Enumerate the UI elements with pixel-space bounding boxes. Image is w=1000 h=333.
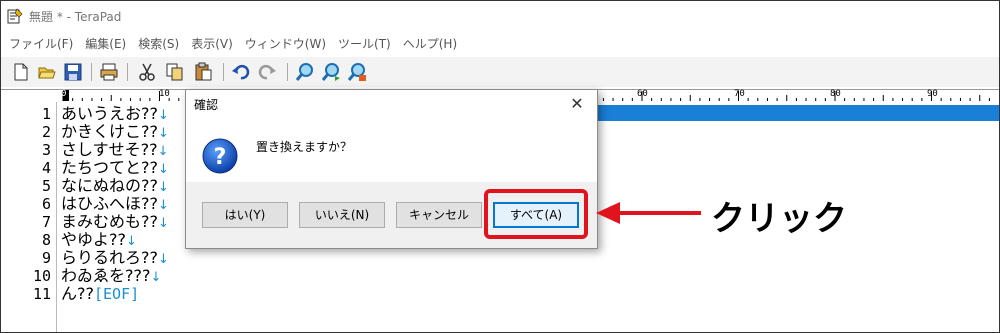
svg-text:?: ? bbox=[214, 145, 227, 170]
menu-help[interactable]: ヘルプ(H) bbox=[403, 35, 457, 52]
screenshot-frame: 無題 * - TeraPad ファイル(F) 編集(E) 検索(S) 表示(V)… bbox=[0, 0, 1000, 333]
ruler-label-0: 0 bbox=[61, 89, 67, 99]
line-text: ん??[EOF] bbox=[61, 284, 140, 304]
line-content: らりるれろ?? bbox=[61, 248, 158, 267]
toolbar-separator bbox=[287, 63, 288, 81]
new-file-icon[interactable] bbox=[11, 62, 31, 82]
line-break-mark: ↓ bbox=[158, 252, 169, 267]
redo-icon[interactable] bbox=[257, 62, 277, 82]
line-number: 11 bbox=[32, 285, 51, 303]
line-number: 5 bbox=[41, 177, 51, 195]
terapad-app-icon bbox=[7, 8, 23, 24]
dialog-message: 置き換えますか？ bbox=[256, 140, 353, 154]
line-break-mark: ↓ bbox=[158, 198, 169, 213]
find-icon[interactable] bbox=[295, 62, 315, 82]
find-next-icon[interactable] bbox=[321, 62, 341, 82]
menu-view[interactable]: 表示(V) bbox=[191, 35, 233, 52]
line-content: さしすせそ?? bbox=[61, 140, 158, 159]
line-number: 8 bbox=[41, 231, 51, 249]
line-content: なにぬねの?? bbox=[61, 176, 158, 195]
menu-window[interactable]: ウィンドウ(W) bbox=[245, 35, 326, 52]
undo-icon[interactable] bbox=[231, 62, 251, 82]
line-number: 2 bbox=[41, 123, 51, 141]
line-break-mark: ↓ bbox=[158, 180, 169, 195]
question-icon: ? bbox=[202, 138, 238, 174]
ruler-label-60: 60 bbox=[637, 89, 648, 99]
save-icon[interactable] bbox=[63, 62, 83, 82]
ruler-label-10: 10 bbox=[159, 89, 170, 99]
line-number: 3 bbox=[41, 141, 51, 159]
line-content: ん?? bbox=[61, 284, 94, 303]
line-content: かきくけこ?? bbox=[61, 122, 158, 141]
line-break-mark: ↓ bbox=[158, 126, 169, 141]
line-content: わゐゑを??? bbox=[61, 266, 151, 285]
menu-search[interactable]: 検索(S) bbox=[138, 35, 179, 52]
window-title: 無題 * - TeraPad bbox=[29, 10, 122, 24]
menu-bar: ファイル(F) 編集(E) 検索(S) 表示(V) ウィンドウ(W) ツール(T… bbox=[1, 33, 999, 53]
line-break-mark: ↓ bbox=[158, 162, 169, 177]
ruler-label-80: 80 bbox=[830, 89, 841, 99]
line-number: 1 bbox=[41, 105, 51, 123]
line-content: たちつてと?? bbox=[61, 158, 158, 177]
editor-line: 11 ん??[EOF] bbox=[1, 284, 999, 304]
line-number: 7 bbox=[41, 213, 51, 231]
close-icon[interactable]: ✕ bbox=[566, 94, 588, 114]
title-bar: 無題 * - TeraPad bbox=[1, 1, 999, 31]
dialog-title: 確認 bbox=[194, 98, 219, 112]
click-annotation-label: クリック bbox=[711, 199, 847, 239]
eof-mark: [EOF] bbox=[94, 285, 140, 303]
ruler-label-70: 70 bbox=[734, 89, 745, 99]
dialog-title-bar[interactable]: 確認 ✕ bbox=[186, 90, 597, 118]
toolbar-separator bbox=[91, 63, 92, 81]
editor-line: 10 わゐゑを???↓ bbox=[1, 266, 999, 286]
line-content: あいうえお?? bbox=[61, 104, 158, 123]
cancel-button[interactable]: キャンセル bbox=[396, 202, 482, 228]
line-number: 6 bbox=[41, 195, 51, 213]
print-icon[interactable] bbox=[99, 62, 119, 82]
click-highlight-box bbox=[484, 189, 588, 239]
open-folder-icon[interactable] bbox=[37, 62, 57, 82]
toolbar-separator bbox=[127, 63, 128, 81]
line-number: 4 bbox=[41, 159, 51, 177]
line-number: 9 bbox=[41, 249, 51, 267]
menu-edit[interactable]: 編集(E) bbox=[85, 35, 126, 52]
line-break-mark: ↓ bbox=[150, 270, 162, 285]
line-break-mark: ↓ bbox=[158, 108, 169, 123]
left-arrow-icon bbox=[596, 202, 701, 224]
dialog-body: ? 置き換えますか？ bbox=[186, 118, 597, 182]
cut-icon[interactable] bbox=[137, 62, 157, 82]
line-content: やゆよ?? bbox=[61, 230, 126, 249]
toolbar bbox=[1, 57, 999, 87]
yes-button[interactable]: はい(Y) bbox=[202, 202, 288, 228]
line-break-mark: ↓ bbox=[158, 216, 169, 231]
line-break-mark: ↓ bbox=[126, 234, 137, 249]
no-button[interactable]: いいえ(N) bbox=[299, 202, 385, 228]
menu-tools[interactable]: ツール(T) bbox=[338, 35, 391, 52]
line-number: 10 bbox=[32, 267, 51, 285]
editor-line: 9 らりるれろ??↓ bbox=[1, 248, 999, 268]
replace-icon[interactable] bbox=[347, 62, 367, 82]
toolbar-separator bbox=[223, 63, 224, 81]
line-content: まみむめも?? bbox=[61, 212, 158, 231]
ruler-label-90: 90 bbox=[927, 89, 938, 99]
line-content: はひふへほ?? bbox=[61, 194, 158, 213]
paste-icon[interactable] bbox=[193, 62, 213, 82]
copy-icon[interactable] bbox=[165, 62, 185, 82]
line-break-mark: ↓ bbox=[157, 144, 169, 159]
menu-file[interactable]: ファイル(F) bbox=[9, 35, 73, 52]
